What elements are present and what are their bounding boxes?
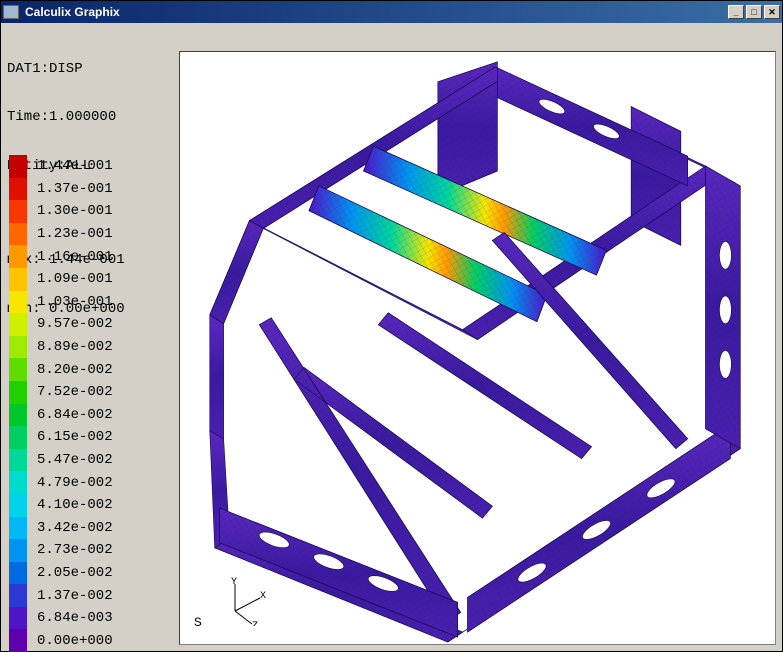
minimize-button[interactable]: _ xyxy=(728,5,744,19)
legend-value: 3.42e-002 xyxy=(27,520,113,536)
window-controls: _ □ ✕ xyxy=(728,5,780,19)
legend-swatch xyxy=(9,155,27,178)
legend-row: 1.16e-001 xyxy=(9,245,113,268)
color-legend: 1.44e-001 1.37e-001 1.30e-001 1.23e-001 1.16… xyxy=(9,155,113,652)
legend-row: 1.03e-001 xyxy=(9,291,113,314)
legend-swatch xyxy=(9,268,27,291)
legend-value: 5.47e-002 xyxy=(27,452,113,468)
legend-row: 1.37e-002 xyxy=(9,584,113,607)
legend-row: 2.73e-002 xyxy=(9,539,113,562)
legend-value: 1.44e-001 xyxy=(27,158,113,174)
legend-row: 6.15e-002 xyxy=(9,426,113,449)
application-window: Calculix Graphix _ □ ✕ DAT1:DISP Time:1.… xyxy=(0,0,783,652)
legend-row: 1.30e-001 xyxy=(9,200,113,223)
legend-value: 2.73e-002 xyxy=(27,542,113,558)
legend-swatch xyxy=(9,607,27,630)
app-icon xyxy=(3,5,19,19)
legend-row: 8.89e-002 xyxy=(9,336,113,359)
close-button[interactable]: ✕ xyxy=(764,5,780,19)
legend-value: 4.10e-002 xyxy=(27,497,113,513)
legend-value: 1.23e-001 xyxy=(27,226,113,242)
legend-row: 2.05e-002 xyxy=(9,562,113,585)
legend-row: 5.47e-002 xyxy=(9,449,113,472)
legend-swatch xyxy=(9,404,27,427)
dataset-line: DAT1:DISP xyxy=(7,61,125,77)
legend-row: 1.44e-001 xyxy=(9,155,113,178)
maximize-button[interactable]: □ xyxy=(746,5,762,19)
legend-swatch xyxy=(9,178,27,201)
window-title: Calculix Graphix xyxy=(23,5,728,19)
legend-value: 1.37e-002 xyxy=(27,588,113,604)
axis-x-label: X xyxy=(260,591,266,602)
legend-row: 4.79e-002 xyxy=(9,471,113,494)
legend-value: 7.52e-002 xyxy=(27,384,113,400)
fea-mesh-render xyxy=(180,52,775,645)
legend-value: 6.84e-003 xyxy=(27,610,113,626)
legend-value: 8.20e-002 xyxy=(27,362,113,378)
legend-row: 4.10e-002 xyxy=(9,494,113,517)
legend-swatch xyxy=(9,358,27,381)
legend-value: 8.89e-002 xyxy=(27,339,113,355)
legend-value: 1.03e-001 xyxy=(27,294,113,310)
legend-value: 2.05e-002 xyxy=(27,565,113,581)
legend-row: 1.09e-001 xyxy=(9,268,113,291)
legend-value: 0.00e+000 xyxy=(27,633,113,649)
legend-row: 3.42e-002 xyxy=(9,517,113,540)
legend-swatch xyxy=(9,494,27,517)
legend-swatch xyxy=(9,381,27,404)
legend-row: 6.84e-003 xyxy=(9,607,113,630)
legend-swatch xyxy=(9,562,27,585)
legend-value: 9.57e-002 xyxy=(27,316,113,332)
legend-swatch xyxy=(9,471,27,494)
legend-swatch xyxy=(9,223,27,246)
legend-swatch xyxy=(9,313,27,336)
coordinate-axes-icon: Y X Z xyxy=(220,576,270,626)
legend-row: 1.37e-001 xyxy=(9,178,113,201)
client-area: DAT1:DISP Time:1.000000 Entity:ALL max: … xyxy=(1,23,782,651)
legend-value: 1.30e-001 xyxy=(27,203,113,219)
orientation-label: S xyxy=(194,615,202,630)
legend-swatch xyxy=(9,449,27,472)
legend-swatch xyxy=(9,245,27,268)
legend-row: 8.20e-002 xyxy=(9,358,113,381)
axis-z-label: Z xyxy=(252,621,258,626)
legend-value: 4.79e-002 xyxy=(27,475,113,491)
legend-value: 6.84e-002 xyxy=(27,407,113,423)
axis-y-label: Y xyxy=(231,577,237,588)
legend-swatch xyxy=(9,200,27,223)
legend-row: 9.57e-002 xyxy=(9,313,113,336)
legend-row: 0.00e+000 xyxy=(9,629,113,652)
legend-row: 6.84e-002 xyxy=(9,404,113,427)
legend-value: 1.16e-001 xyxy=(27,249,113,265)
legend-value: 1.09e-001 xyxy=(27,271,113,287)
legend-swatch xyxy=(9,629,27,652)
legend-swatch xyxy=(9,539,27,562)
time-line: Time:1.000000 xyxy=(7,109,125,125)
legend-value: 1.37e-001 xyxy=(27,181,113,197)
legend-row: 7.52e-002 xyxy=(9,381,113,404)
legend-swatch xyxy=(9,336,27,359)
legend-swatch xyxy=(9,291,27,314)
render-viewport[interactable]: Y X Z S xyxy=(179,51,776,645)
legend-swatch xyxy=(9,517,27,540)
legend-swatch xyxy=(9,426,27,449)
title-bar[interactable]: Calculix Graphix _ □ ✕ xyxy=(1,1,782,23)
legend-swatch xyxy=(9,584,27,607)
legend-row: 1.23e-001 xyxy=(9,223,113,246)
legend-value: 6.15e-002 xyxy=(27,429,113,445)
